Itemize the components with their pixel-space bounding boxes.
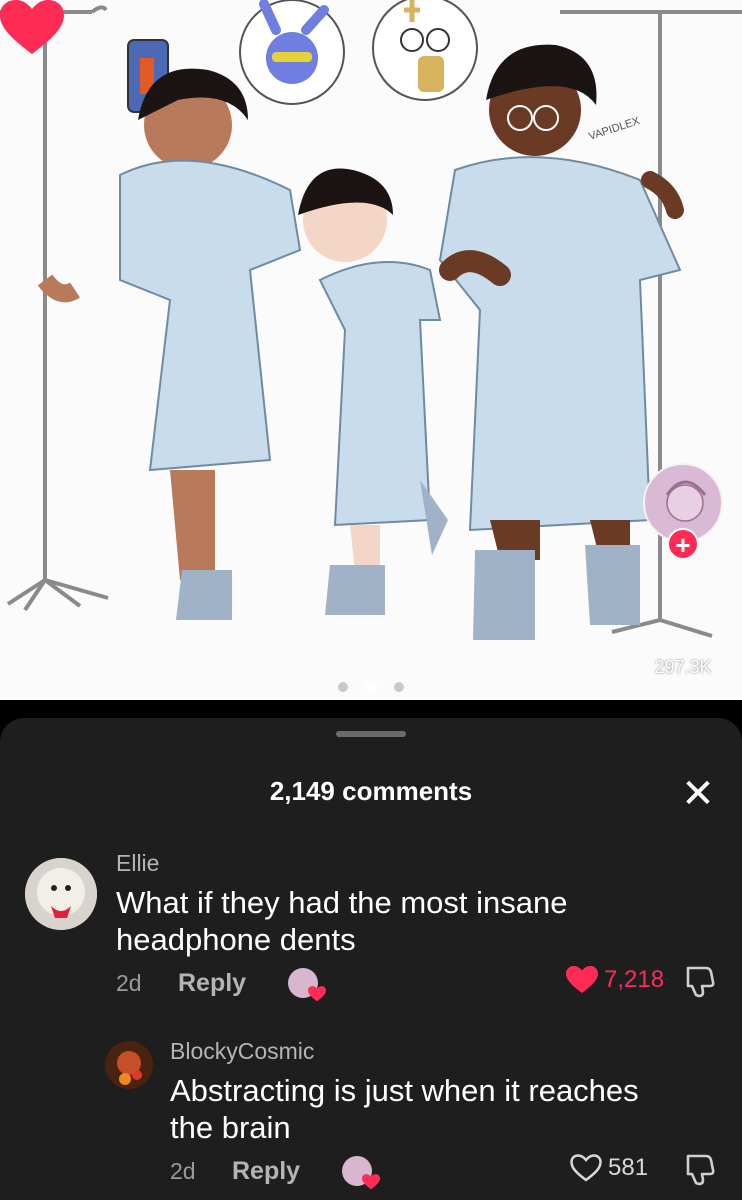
carousel-dot-active[interactable] xyxy=(365,681,377,693)
carousel-dot[interactable] xyxy=(338,682,348,692)
comment-like-count: 7,218 xyxy=(604,966,665,993)
iv-pole-left xyxy=(0,5,109,612)
reply-button[interactable]: Reply xyxy=(232,1157,342,1186)
comment-meta: 2d Reply xyxy=(116,968,326,1002)
comments-sheet: 2,149 comments ✕ Ellie What if they had … xyxy=(0,718,742,1200)
illustration: VAPIDLEX xyxy=(0,0,742,640)
creator-liked-heart-icon xyxy=(308,986,326,1002)
like-heart-icon[interactable] xyxy=(0,0,64,56)
character-left xyxy=(37,68,302,620)
dislike-icon[interactable] xyxy=(682,964,716,998)
creator-liked-avatar xyxy=(288,968,326,1002)
comment-time: 2d xyxy=(170,1157,196,1184)
carousel-indicator xyxy=(338,681,404,693)
close-icon[interactable]: ✕ xyxy=(680,774,716,814)
creator-liked-avatar xyxy=(342,1156,380,1190)
comment-like[interactable]: 7,218 xyxy=(566,966,664,994)
post-image[interactable]: VAPIDLEX + 297.3K xyxy=(0,0,742,700)
heart-outline-icon[interactable] xyxy=(570,1154,602,1182)
character-right xyxy=(438,44,684,640)
creator-liked-heart-icon xyxy=(362,1174,380,1190)
character-middle xyxy=(298,168,448,615)
follow-button[interactable]: + xyxy=(667,528,699,560)
heart-filled-icon[interactable] xyxy=(566,966,598,994)
reply-button[interactable]: Reply xyxy=(178,969,288,998)
avatar[interactable] xyxy=(105,1041,153,1089)
comment-text: What if they had the most insane headpho… xyxy=(116,885,568,957)
thought-bubble-left xyxy=(239,0,345,105)
comment-like[interactable]: 581 xyxy=(570,1154,668,1182)
comment-time: 2d xyxy=(116,969,142,996)
dislike-icon[interactable] xyxy=(682,1152,716,1186)
thought-bubble-right xyxy=(372,0,478,101)
avatar[interactable] xyxy=(25,858,97,930)
comments-count-title: 2,149 comments xyxy=(269,776,473,806)
comment-username[interactable]: BlockyCosmic xyxy=(170,1038,314,1065)
comment-text: Abstracting is just when it reaches the … xyxy=(170,1073,639,1145)
carousel-dot[interactable] xyxy=(394,682,404,692)
artist-signature: VAPIDLEX xyxy=(587,115,642,143)
comment-like-count: 581 xyxy=(608,1154,649,1181)
drag-handle[interactable] xyxy=(336,731,406,737)
post-like-count: 297.3K xyxy=(654,657,712,677)
comment-meta: 2d Reply xyxy=(170,1156,380,1190)
comment-username[interactable]: Ellie xyxy=(116,850,159,877)
